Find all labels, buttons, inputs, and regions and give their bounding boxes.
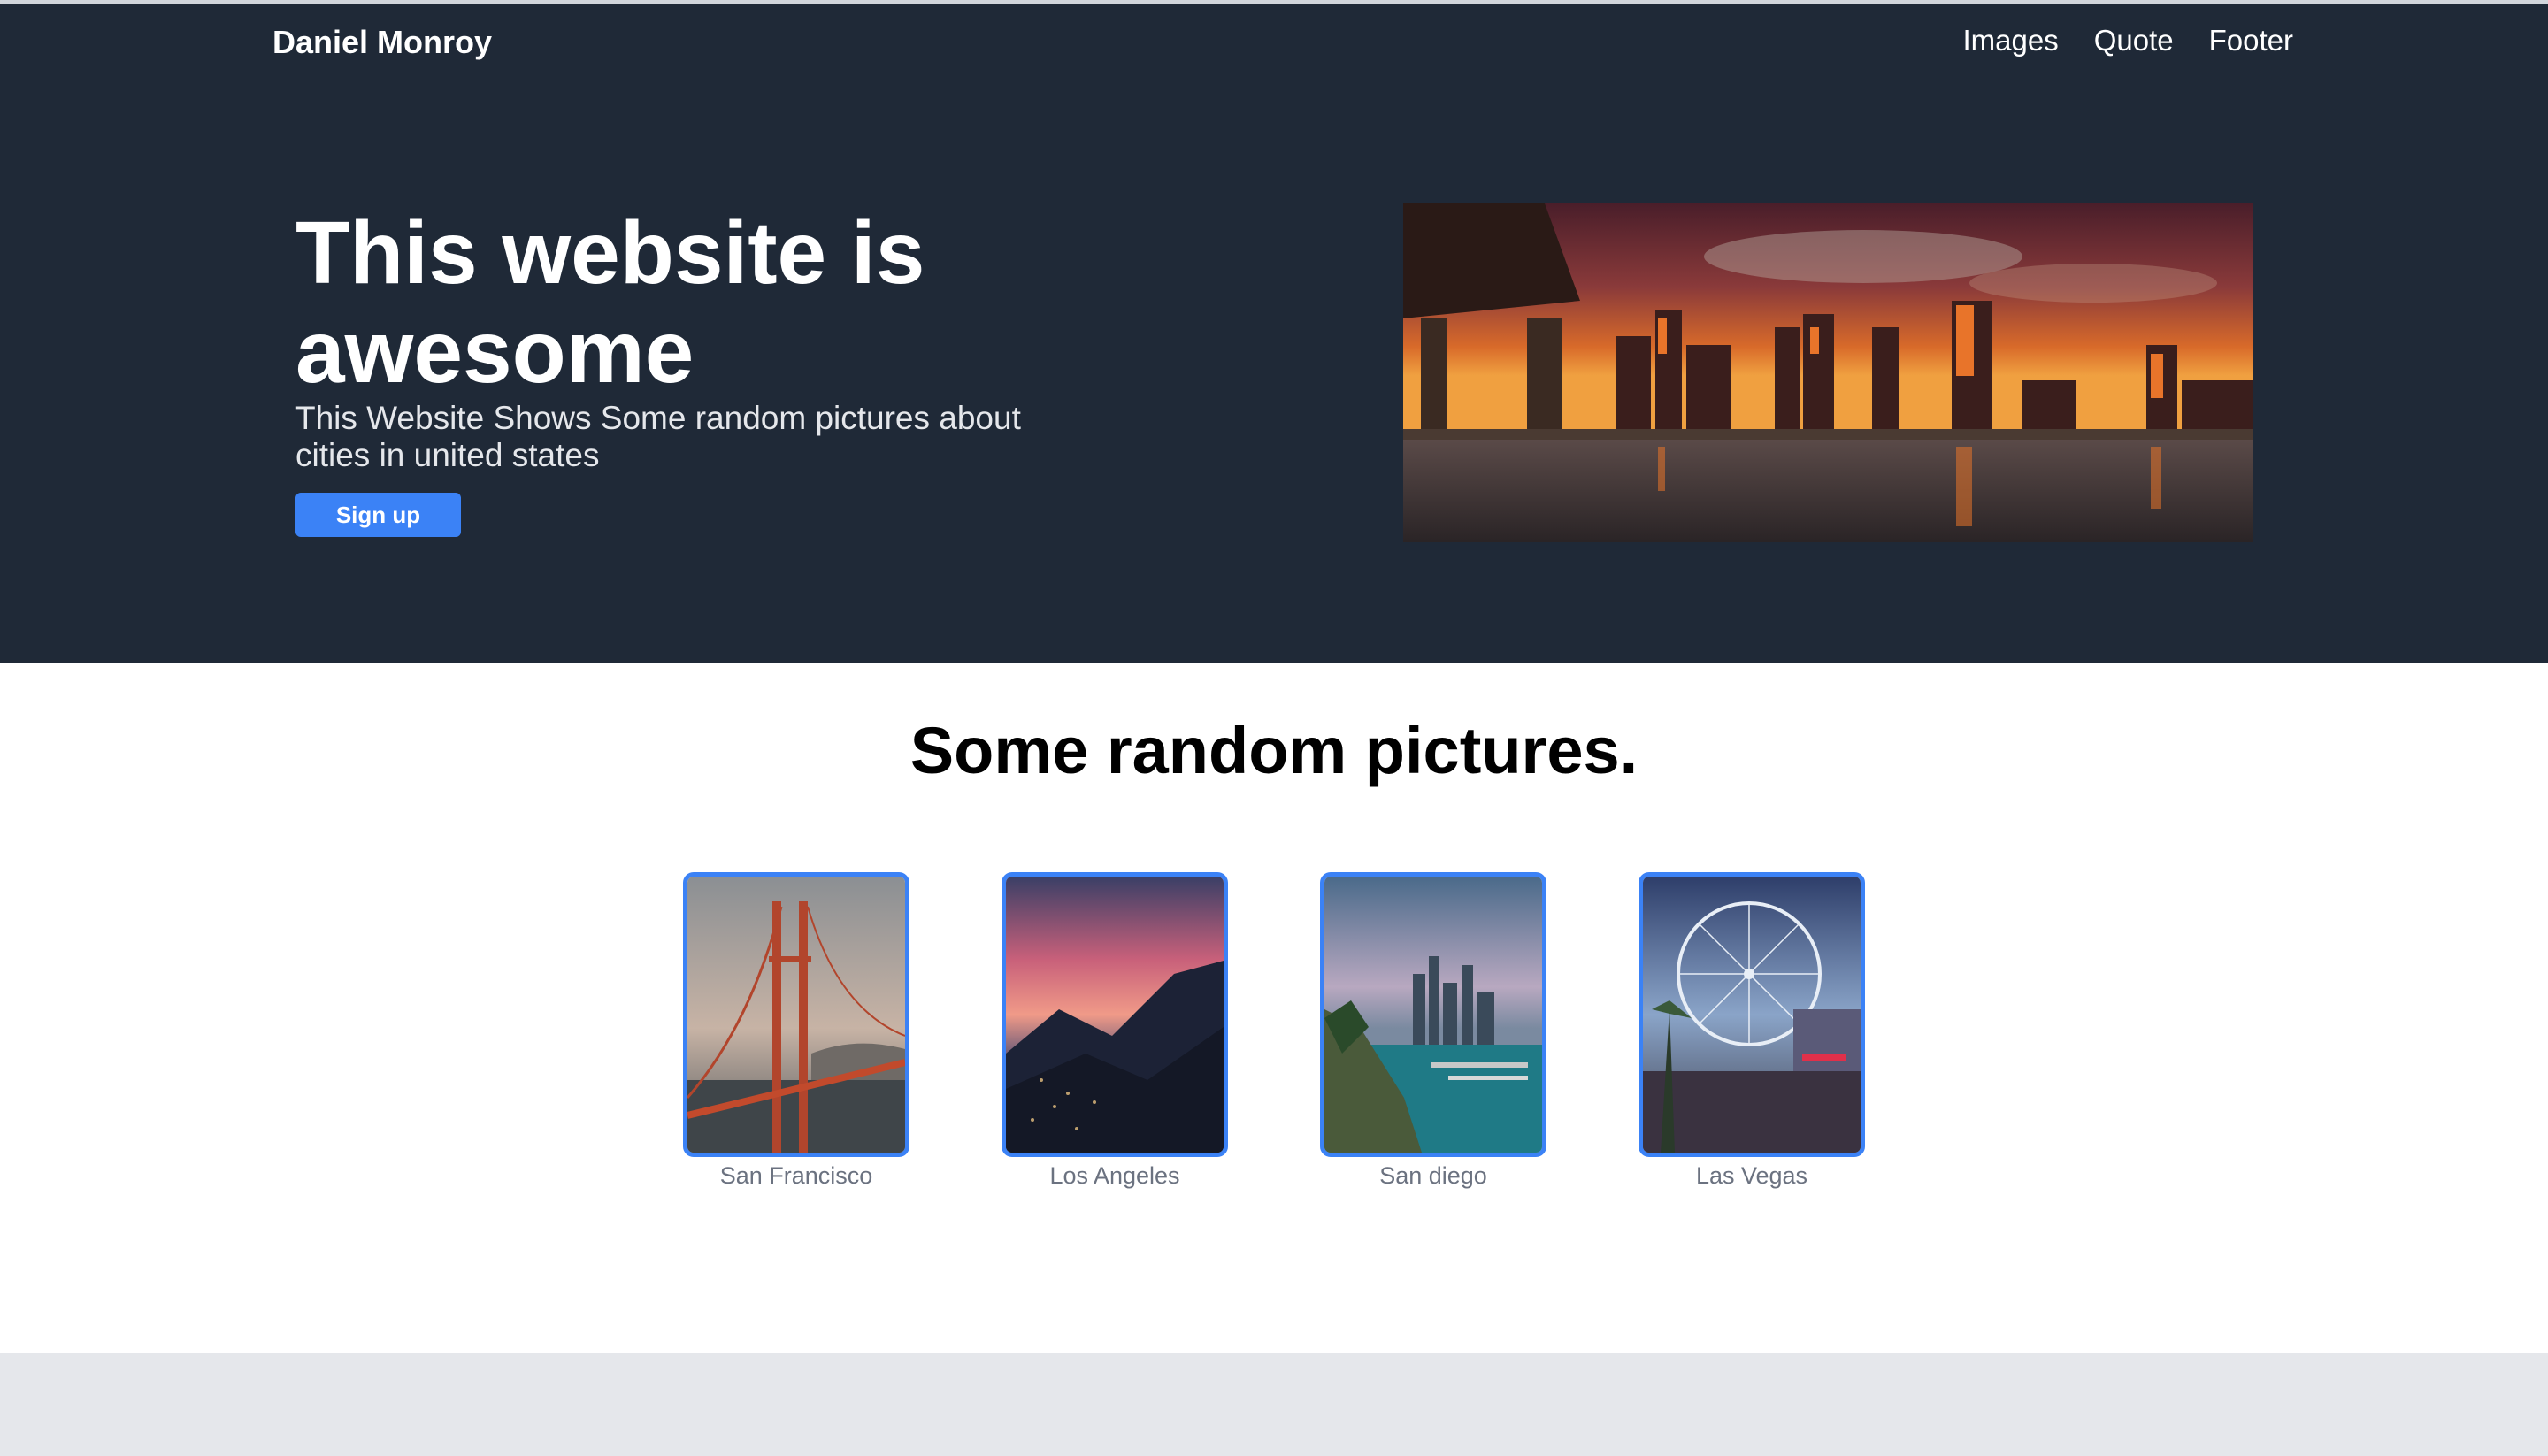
nav-link-quote[interactable]: Quote (2094, 21, 2174, 60)
nav-link-images[interactable]: Images (1963, 21, 2059, 60)
picture-card-san-francisco: San Francisco (683, 872, 909, 1191)
san-francisco-photo[interactable] (683, 872, 909, 1157)
footer-band (0, 1353, 2548, 1456)
top-nav: Images Quote Footer (1963, 21, 2294, 60)
picture-caption: San Francisco (719, 1162, 873, 1189)
brand-logo[interactable]: Daniel Monroy (272, 23, 492, 62)
nav-link-footer[interactable]: Footer (2209, 21, 2293, 60)
picture-card-los-angeles: Los Angeles (1002, 872, 1228, 1191)
las-vegas-photo[interactable] (1639, 872, 1865, 1157)
hero-section: Daniel Monroy Images Quote Footer This w… (0, 0, 2548, 663)
picture-caption: San diego (1379, 1162, 1487, 1189)
signup-button[interactable]: Sign up (295, 493, 461, 537)
picture-caption: Las Vegas (1695, 1162, 1808, 1189)
section-title: Some random pictures. (909, 714, 1639, 787)
picture-caption: Los Angeles (1049, 1162, 1180, 1189)
hero-title: This website is awesome (295, 203, 925, 402)
san-diego-photo[interactable] (1320, 872, 1546, 1157)
picture-card-san-diego: San diego (1320, 872, 1546, 1191)
hero-city-image (1403, 203, 2253, 542)
picture-gallery: San Francisco Los Angeles San diego Las … (683, 872, 1865, 1191)
pictures-section: Some random pictures. San Francisco Los … (0, 663, 2548, 1353)
hero-subtitle: This Website Shows Some random pictures … (295, 400, 1021, 473)
picture-card-las-vegas: Las Vegas (1639, 872, 1865, 1191)
los-angeles-photo[interactable] (1002, 872, 1228, 1157)
page: Daniel Monroy Images Quote Footer This w… (0, 0, 2548, 1456)
